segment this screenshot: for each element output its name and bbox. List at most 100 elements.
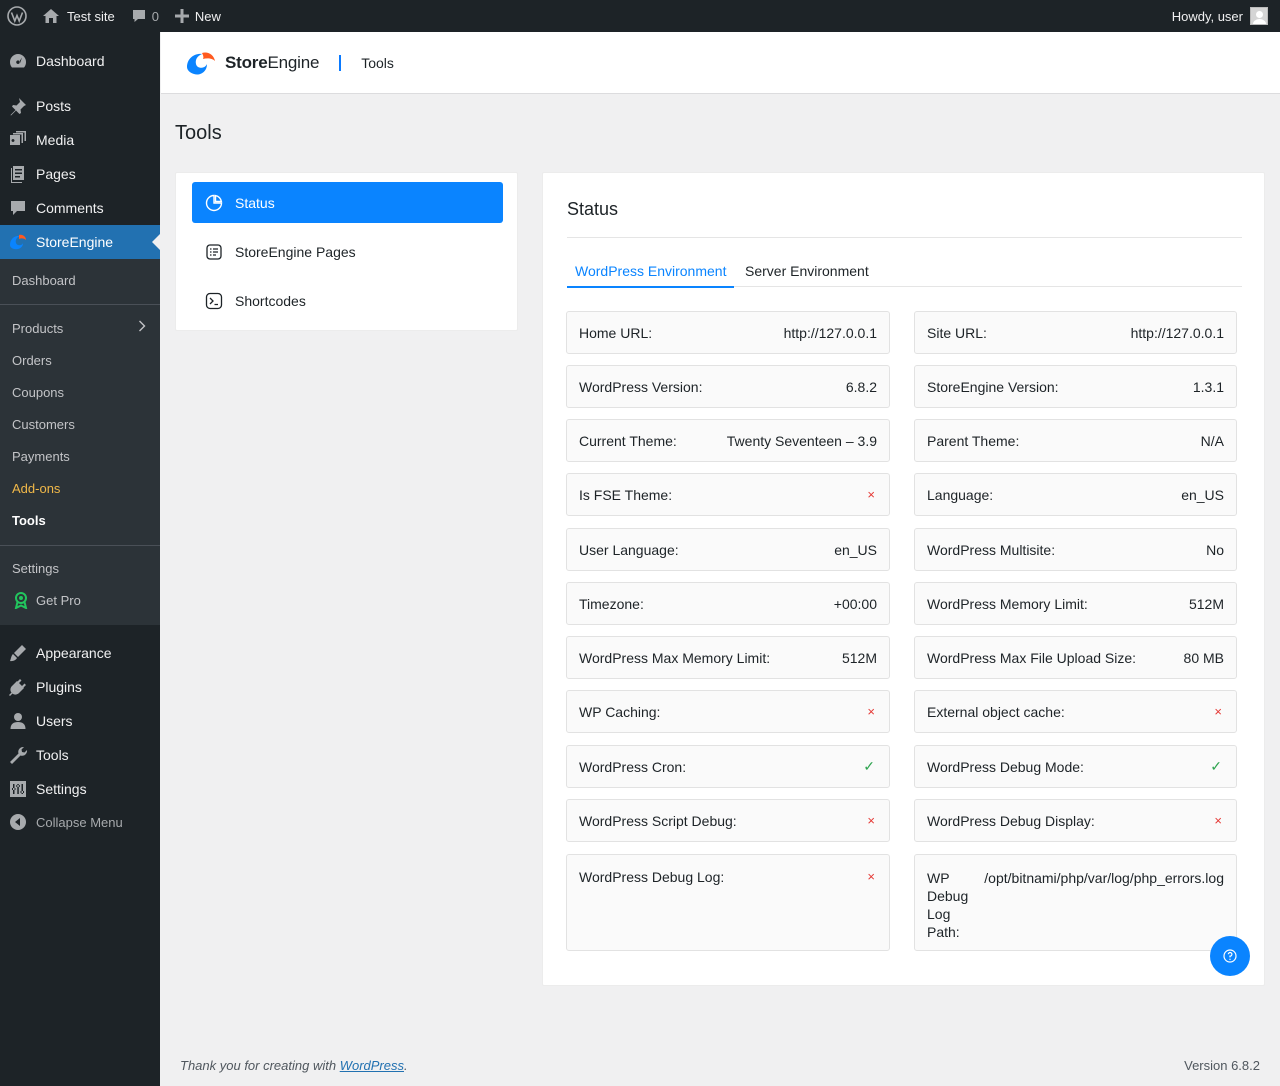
status-label: WP Debug Log Path: (927, 870, 969, 940)
menu-tools[interactable]: Tools (0, 738, 160, 772)
nav-shortcodes[interactable]: Shortcodes (192, 280, 503, 321)
footer-thanks-text: Thank you for creating with (180, 1058, 340, 1073)
collapse-label: Collapse Menu (36, 814, 123, 830)
menu-plugins[interactable]: Plugins (0, 670, 160, 704)
status-row: Site URL: http://127.0.0.1 (914, 311, 1237, 354)
menu-storeengine[interactable]: StoreEngine (0, 225, 160, 259)
status-value: 512M (1188, 595, 1224, 612)
footer-thanks: Thank you for creating with WordPress. (180, 1058, 408, 1073)
submenu-coupons[interactable]: Coupons (12, 382, 64, 402)
status-label: Home URL: (579, 324, 653, 341)
status-row: Current Theme: Twenty Seventeen – 3.9 (566, 419, 890, 462)
menu-media[interactable]: Media (0, 123, 160, 157)
nav-storeengine-pages[interactable]: StoreEngine Pages (192, 231, 503, 272)
status-label: StoreEngine Version: (927, 378, 1059, 395)
submenu-tools[interactable]: Tools (12, 510, 46, 530)
status-value: /opt/bitnami/php/var/log/php_errors.log (984, 870, 1224, 886)
plus-icon (174, 9, 189, 23)
status-label: Current Theme: (579, 432, 677, 449)
menu-label: Dashboard (36, 53, 105, 69)
media-icon (0, 130, 36, 150)
new-label: New (194, 8, 221, 24)
menu-label: Appearance (36, 645, 112, 661)
wordpress-link[interactable]: WordPress (340, 1058, 404, 1073)
status-label: WordPress Max Memory Limit: (579, 649, 771, 666)
nav-label: Shortcodes (235, 292, 306, 309)
submenu-payments[interactable]: Payments (12, 446, 70, 466)
status-row: WP Caching: × (566, 690, 890, 733)
tab-wordpress-environment[interactable]: WordPress Environment (567, 255, 735, 288)
storeengine-submenu: Dashboard Products Orders Coupons Custom… (0, 259, 160, 625)
howdy-text: Howdy, user (1171, 8, 1243, 24)
logo-text-bold: Store (225, 52, 268, 72)
status-row: WordPress Debug Mode: ✓ (914, 745, 1237, 788)
menu-users[interactable]: Users (0, 704, 160, 738)
submenu-orders[interactable]: Orders (12, 350, 52, 370)
status-row: WordPress Memory Limit: 512M (914, 582, 1237, 625)
status-row: WP Debug Log Path: /opt/bitnami/php/var/l… (914, 854, 1237, 951)
submenu-divider (0, 304, 160, 305)
status-row: Parent Theme: N/A (914, 419, 1237, 462)
status-label: WordPress Memory Limit: (927, 595, 1088, 612)
menu-label: Media (36, 132, 75, 148)
comments-link[interactable]: 0 (123, 0, 167, 32)
brush-icon (0, 643, 36, 663)
storeengine-logo[interactable]: StoreEngine (185, 48, 319, 78)
status-label: WordPress Debug Log: (579, 869, 725, 885)
footer-thanks-suffix: . (404, 1058, 408, 1073)
logo-text-rest: Engine (267, 52, 320, 72)
chevron-right-icon (138, 320, 146, 335)
status-row: Language: en_US (914, 473, 1237, 516)
status-row: WordPress Script Debug: × (566, 799, 890, 842)
tab-server-environment[interactable]: Server Environment (737, 255, 877, 287)
menu-label: Comments (36, 200, 104, 216)
menu-dashboard[interactable]: Dashboard (0, 44, 160, 78)
submenu-addons[interactable]: Add-ons (12, 478, 60, 498)
menu-settings[interactable]: Settings (0, 772, 160, 806)
status-value: No (1206, 541, 1224, 558)
submenu-divider (0, 545, 160, 546)
collapse-icon (0, 812, 36, 832)
cross-icon: × (1214, 813, 1222, 828)
avatar (1250, 7, 1268, 25)
menu-label: StoreEngine (36, 234, 114, 250)
menu-label: Pages (36, 166, 76, 182)
nav-status[interactable]: Status (192, 182, 503, 223)
question-icon (1223, 949, 1237, 963)
comment-icon (132, 10, 145, 22)
submenu-dashboard[interactable]: Dashboard (12, 270, 76, 290)
submenu-products[interactable]: Products (12, 318, 63, 338)
site-name-link[interactable]: Test site (34, 0, 123, 32)
cross-icon: × (867, 704, 875, 719)
submenu-get-pro[interactable]: Get Pro (12, 590, 81, 610)
help-button[interactable] (1210, 936, 1250, 976)
get-pro-label: Get Pro (36, 592, 81, 608)
status-value: 512M (841, 649, 877, 666)
menu-pages[interactable]: Pages (0, 157, 160, 191)
status-label: WP Caching: (579, 703, 661, 720)
status-value: http://127.0.0.1 (783, 324, 877, 341)
menu-posts[interactable]: Posts (0, 89, 160, 123)
status-title: Status (567, 199, 619, 219)
status-row: User Language: en_US (566, 528, 890, 571)
new-content-link[interactable]: New (167, 0, 229, 32)
admin-bar: Test site 0 New Howdy, user (0, 0, 1280, 32)
menu-appearance[interactable]: Appearance (0, 636, 160, 670)
dashboard-icon (0, 51, 36, 71)
status-value: N/A (1200, 432, 1224, 449)
my-account-link[interactable]: Howdy, user (1164, 0, 1280, 32)
collapse-menu-button[interactable]: Collapse Menu (0, 805, 160, 839)
cross-icon: × (867, 869, 875, 884)
wordpress-logo-icon[interactable] (0, 0, 34, 32)
submenu-customers[interactable]: Customers (12, 414, 75, 434)
status-row: WordPress Debug Log: × (566, 854, 890, 951)
status-label: Is FSE Theme: (579, 486, 673, 503)
menu-comments[interactable]: Comments (0, 191, 160, 225)
pages-icon (0, 164, 36, 184)
menu-label: Plugins (36, 679, 82, 695)
status-row: WordPress Max File Upload Size: 80 MB (914, 636, 1237, 679)
submenu-settings[interactable]: Settings (12, 558, 59, 578)
menu-label: Posts (36, 98, 72, 114)
nav-label: Status (235, 194, 275, 211)
nav-label: StoreEngine Pages (235, 243, 356, 260)
